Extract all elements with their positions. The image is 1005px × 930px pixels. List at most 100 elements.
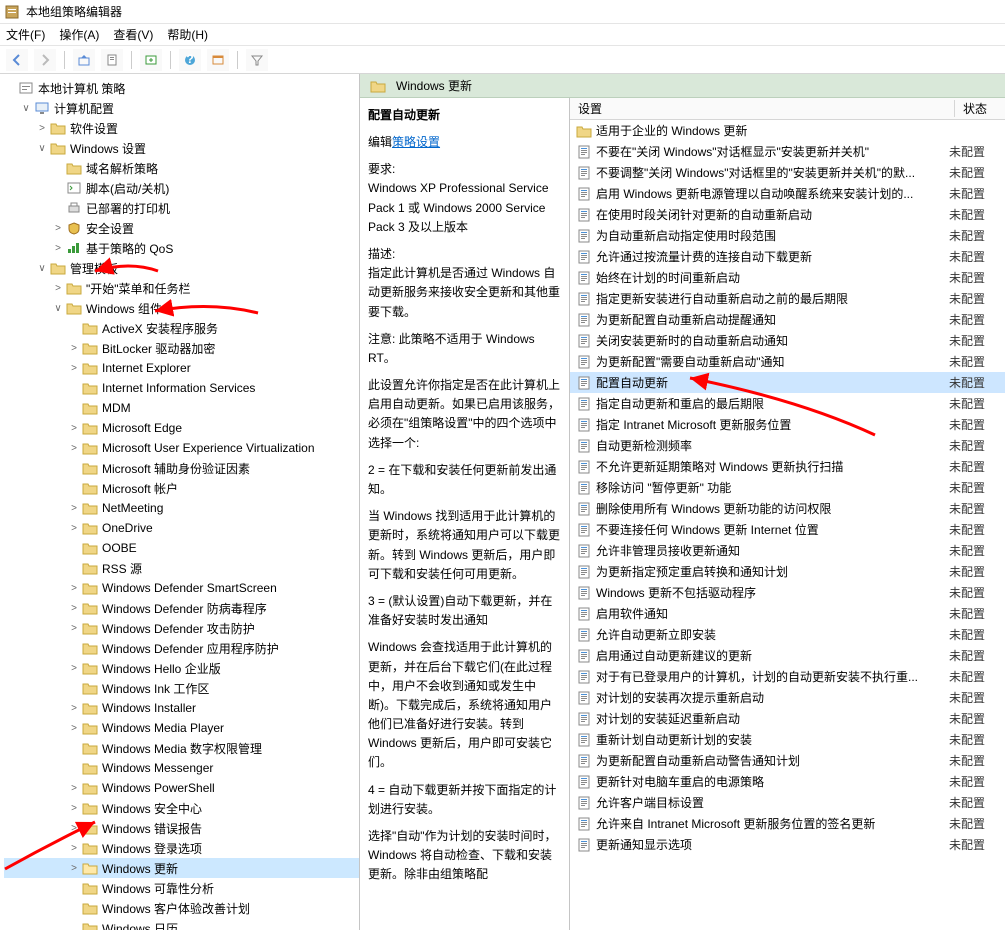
tree-item[interactable]: Windows Ink 工作区 bbox=[4, 678, 359, 698]
setting-row[interactable]: 允许客户端目标设置未配置 bbox=[570, 792, 1005, 813]
tree-printers[interactable]: 已部署的打印机 bbox=[4, 198, 359, 218]
tree-toggle[interactable]: > bbox=[68, 863, 80, 874]
tree-toggle[interactable]: > bbox=[68, 583, 80, 594]
settings-list[interactable]: 适用于企业的 Windows 更新不要在"关闭 Windows"对话框显示"安装… bbox=[570, 120, 1005, 930]
col-setting[interactable]: 设置 bbox=[570, 100, 955, 117]
setting-row[interactable]: 不要在"关闭 Windows"对话框显示"安装更新并关机"未配置 bbox=[570, 141, 1005, 162]
tree-item[interactable]: MDM bbox=[4, 398, 359, 418]
tree-toggle[interactable]: ∨ bbox=[20, 103, 32, 114]
tree-toggle[interactable]: > bbox=[68, 843, 80, 854]
edit-policy-link[interactable]: 策略设置 bbox=[392, 135, 440, 149]
tree-qos[interactable]: >基于策略的 QoS bbox=[4, 238, 359, 258]
setting-row[interactable]: 为自动重新启动指定使用时段范围未配置 bbox=[570, 225, 1005, 246]
tree-toggle[interactable]: > bbox=[68, 823, 80, 834]
tree-item[interactable]: >NetMeeting bbox=[4, 498, 359, 518]
setting-row[interactable]: 启用软件通知未配置 bbox=[570, 603, 1005, 624]
tree-item[interactable]: >Windows Defender SmartScreen bbox=[4, 578, 359, 598]
tree-start-taskbar[interactable]: >"开始"菜单和任务栏 bbox=[4, 278, 359, 298]
menu-help[interactable]: 帮助(H) bbox=[167, 26, 208, 43]
tree-item[interactable]: Microsoft 辅助身份验证因素 bbox=[4, 458, 359, 478]
show-hide-button[interactable] bbox=[207, 49, 229, 71]
tree-toggle[interactable]: > bbox=[36, 123, 48, 134]
tree-dns-policy[interactable]: 域名解析策略 bbox=[4, 158, 359, 178]
setting-row[interactable]: 不要连接任何 Windows 更新 Internet 位置未配置 bbox=[570, 519, 1005, 540]
tree-item[interactable]: >Windows Media Player bbox=[4, 718, 359, 738]
setting-row[interactable]: 不要调整"关闭 Windows"对话框里的"安装更新并关机"的默...未配置 bbox=[570, 162, 1005, 183]
tree-item[interactable]: Windows Media 数字权限管理 bbox=[4, 738, 359, 758]
setting-row[interactable]: 配置自动更新未配置 bbox=[570, 372, 1005, 393]
tree-item[interactable]: OOBE bbox=[4, 538, 359, 558]
setting-row[interactable]: 不允许更新延期策略对 Windows 更新执行扫描未配置 bbox=[570, 456, 1005, 477]
col-state[interactable]: 状态 bbox=[955, 100, 1005, 117]
setting-row[interactable]: 始终在计划的时间重新启动未配置 bbox=[570, 267, 1005, 288]
menu-view[interactable]: 查看(V) bbox=[113, 26, 153, 43]
setting-row[interactable]: 允许通过按流量计费的连接自动下载更新未配置 bbox=[570, 246, 1005, 267]
setting-row[interactable]: 关闭安装更新时的自动重新启动通知未配置 bbox=[570, 330, 1005, 351]
tree-item[interactable]: >Windows Defender 攻击防护 bbox=[4, 618, 359, 638]
setting-row[interactable]: 对于有已登录用户的计算机，计划的自动更新安装不执行重...未配置 bbox=[570, 666, 1005, 687]
tree-computer-config[interactable]: ∨计算机配置 bbox=[4, 98, 359, 118]
menu-file[interactable]: 文件(F) bbox=[6, 26, 45, 43]
tree-windows-settings[interactable]: ∨Windows 设置 bbox=[4, 138, 359, 158]
tree-toggle[interactable]: > bbox=[68, 603, 80, 614]
tree-security[interactable]: >安全设置 bbox=[4, 218, 359, 238]
tree-toggle[interactable]: ∨ bbox=[36, 263, 48, 274]
tree-toggle[interactable]: ∨ bbox=[36, 143, 48, 154]
setting-row[interactable]: 为更新配置自动重新启动警告通知计划未配置 bbox=[570, 750, 1005, 771]
tree-software-settings[interactable]: >软件设置 bbox=[4, 118, 359, 138]
tree-toggle[interactable]: > bbox=[68, 443, 80, 454]
setting-row[interactable]: 允许来自 Intranet Microsoft 更新服务位置的签名更新未配置 bbox=[570, 813, 1005, 834]
tree-item[interactable]: >Windows Installer bbox=[4, 698, 359, 718]
tree-item[interactable]: >Windows 错误报告 bbox=[4, 818, 359, 838]
tree-item[interactable]: >Windows Hello 企业版 bbox=[4, 658, 359, 678]
setting-row[interactable]: 为更新配置自动重新启动提醒通知未配置 bbox=[570, 309, 1005, 330]
tree-toggle[interactable]: > bbox=[68, 703, 80, 714]
setting-row[interactable]: 在使用时段关闭针对更新的自动重新启动未配置 bbox=[570, 204, 1005, 225]
tree-item[interactable]: ActiveX 安装程序服务 bbox=[4, 318, 359, 338]
help-button[interactable]: ? bbox=[179, 49, 201, 71]
back-button[interactable] bbox=[6, 49, 28, 71]
tree-toggle[interactable]: > bbox=[68, 503, 80, 514]
tree-windows-components[interactable]: ∨Windows 组件 bbox=[4, 298, 359, 318]
tree-toggle[interactable]: > bbox=[68, 663, 80, 674]
tree-item[interactable]: Windows 日历 bbox=[4, 918, 359, 930]
tree-item[interactable]: >OneDrive bbox=[4, 518, 359, 538]
setting-row[interactable]: 指定更新安装进行自动重新启动之前的最后期限未配置 bbox=[570, 288, 1005, 309]
tree-toggle[interactable]: > bbox=[68, 783, 80, 794]
tree-item[interactable]: >Microsoft Edge bbox=[4, 418, 359, 438]
properties-button[interactable] bbox=[101, 49, 123, 71]
setting-row[interactable]: 允许自动更新立即安装未配置 bbox=[570, 624, 1005, 645]
tree-item[interactable]: >Internet Explorer bbox=[4, 358, 359, 378]
setting-row[interactable]: 适用于企业的 Windows 更新 bbox=[570, 120, 1005, 141]
tree-toggle[interactable]: > bbox=[68, 343, 80, 354]
setting-row[interactable]: 删除使用所有 Windows 更新功能的访问权限未配置 bbox=[570, 498, 1005, 519]
tree-item[interactable]: >Windows 安全中心 bbox=[4, 798, 359, 818]
menu-action[interactable]: 操作(A) bbox=[59, 26, 99, 43]
tree-item[interactable]: Windows Defender 应用程序防护 bbox=[4, 638, 359, 658]
tree-item[interactable]: >Windows Defender 防病毒程序 bbox=[4, 598, 359, 618]
setting-row[interactable]: 自动更新检测频率未配置 bbox=[570, 435, 1005, 456]
setting-row[interactable]: 为更新指定预定重启转换和通知计划未配置 bbox=[570, 561, 1005, 582]
tree-item[interactable]: Windows 可靠性分析 bbox=[4, 878, 359, 898]
setting-row[interactable]: 为更新配置"需要自动重新启动"通知未配置 bbox=[570, 351, 1005, 372]
tree-toggle[interactable]: > bbox=[52, 223, 64, 234]
tree-item[interactable]: >Windows 登录选项 bbox=[4, 838, 359, 858]
tree-toggle[interactable]: > bbox=[68, 523, 80, 534]
tree-pane[interactable]: 本地计算机 策略∨计算机配置>软件设置∨Windows 设置域名解析策略脚本(启… bbox=[0, 74, 360, 930]
tree-toggle[interactable]: > bbox=[68, 723, 80, 734]
tree-toggle[interactable]: > bbox=[68, 623, 80, 634]
tree-item[interactable]: Microsoft 帐户 bbox=[4, 478, 359, 498]
tree-toggle[interactable]: > bbox=[68, 363, 80, 374]
setting-row[interactable]: 更新针对电脑车重启的电源策略未配置 bbox=[570, 771, 1005, 792]
tree-item[interactable]: Windows Messenger bbox=[4, 758, 359, 778]
forward-button[interactable] bbox=[34, 49, 56, 71]
tree-toggle[interactable]: > bbox=[68, 423, 80, 434]
tree-scripts[interactable]: 脚本(启动/关机) bbox=[4, 178, 359, 198]
tree-item[interactable]: >Windows 更新 bbox=[4, 858, 359, 878]
setting-row[interactable]: 指定 Intranet Microsoft 更新服务位置未配置 bbox=[570, 414, 1005, 435]
tree-toggle[interactable]: ∨ bbox=[52, 303, 64, 314]
filter-button[interactable] bbox=[246, 49, 268, 71]
setting-row[interactable]: 启用通过自动更新建议的更新未配置 bbox=[570, 645, 1005, 666]
tree-item[interactable]: >BitLocker 驱动器加密 bbox=[4, 338, 359, 358]
tree-item[interactable]: Internet Information Services bbox=[4, 378, 359, 398]
